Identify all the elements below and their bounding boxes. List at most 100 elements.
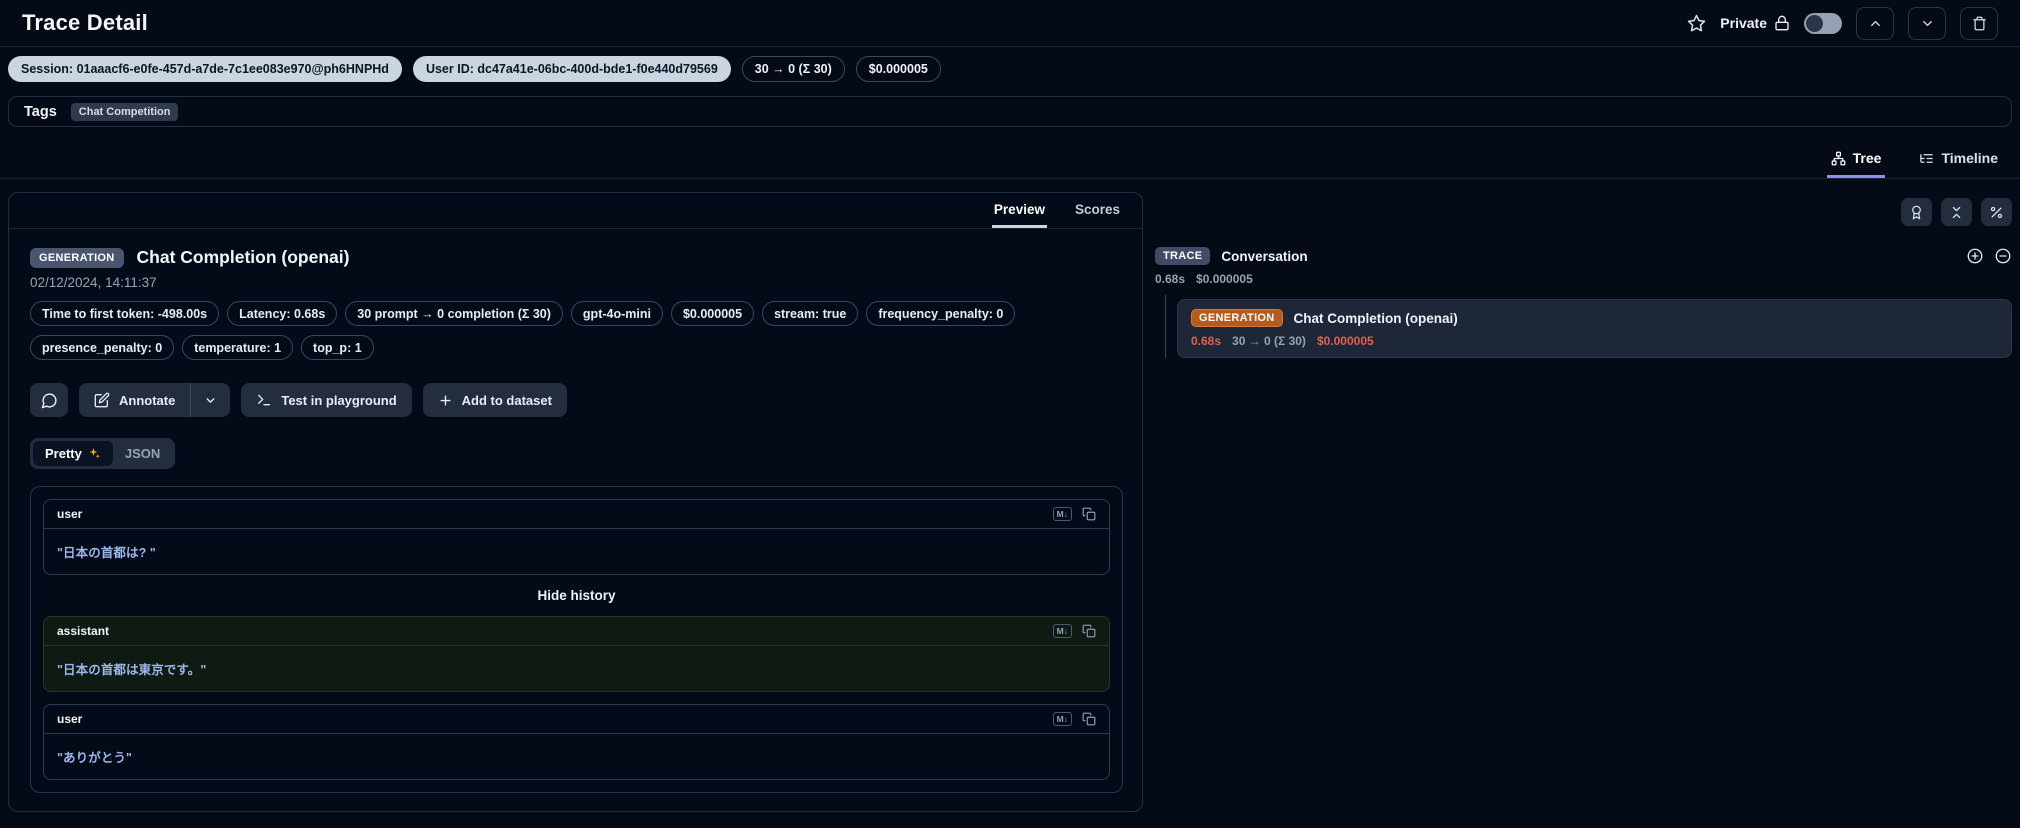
message-header: user M↓ [44,705,1109,734]
tab-preview[interactable]: Preview [991,193,1047,228]
message-tools: M↓ [1052,624,1096,638]
token-usage-badge: 30 → 0 (Σ 30) [741,56,845,82]
percent-icon [1990,206,2003,218]
message-content: "ありがとう" [57,751,133,765]
public-toggle[interactable] [1804,12,1842,34]
format-pretty[interactable]: Pretty [33,441,113,466]
bookmark-star-icon[interactable] [1687,14,1706,33]
message-content: "日本の首都は? " [57,546,156,560]
trace-latency: 0.68s [1155,272,1186,286]
generation-type-badge: GENERATION [30,247,124,268]
observation-header: GENERATION Chat Completion (openai) [30,247,1121,268]
metric-pill: gpt-4o-mini [570,301,663,326]
message-tools: M↓ [1052,507,1096,521]
observation-panel: Preview Scores GENERATION Chat Completio… [8,192,1143,812]
annotate-button[interactable]: Annotate [79,383,190,417]
message-role: assistant [57,624,110,638]
tree-indent-line [1165,295,1166,358]
metric-pill: temperature: 1 [182,335,294,360]
markdown-toggle-icon[interactable]: M↓ [1052,712,1072,726]
metric-pill: presence_penalty: 0 [30,335,175,360]
trace-tree-panel: TRACE Conversation 0.68s $0.000005 GENER… [1155,192,2012,812]
sparkles-icon [88,447,101,460]
observation-tabs: Preview Scores [9,193,1142,229]
copy-icon[interactable] [1082,624,1096,638]
action-buttons: Annotate Test in playground Add to datas… [30,383,1121,417]
metric-pill: 30 prompt → 0 completion (Σ 30) [345,301,563,326]
prev-trace-button[interactable] [1856,6,1894,40]
markdown-toggle-icon[interactable]: M↓ [1052,507,1072,521]
tree-children: GENERATION Chat Completion (openai) 0.68… [1155,295,2012,358]
page-header: Trace Detail Private [0,0,2020,46]
identifier-row: Session: 01aaacf6-e0fe-457d-a7de-7c1ee08… [0,47,2020,92]
hide-history-button[interactable]: Hide history [43,588,1110,603]
view-tabs: Tree Timeline [0,144,2020,179]
trace-node[interactable]: TRACE Conversation [1155,247,2012,265]
content-area: Preview Scores GENERATION Chat Completio… [0,192,2020,812]
trace-type-badge: TRACE [1155,247,1211,265]
markdown-toggle-icon[interactable]: M↓ [1052,624,1072,638]
copy-icon[interactable] [1082,507,1096,521]
tab-timeline[interactable]: Timeline [1915,144,2002,178]
plus-icon [440,394,451,406]
trace-name: Conversation [1221,248,1308,264]
generation-cost: $0.000005 [1316,334,1374,348]
generation-latency: 0.68s [1191,334,1222,348]
tags-label: Tags [24,103,57,120]
add-to-dataset-button[interactable]: Add to dataset [422,383,567,417]
chevron-up-icon [1870,20,1880,26]
tags-container: Tags Chat Competition [8,96,2012,127]
lock-icon [1774,15,1790,31]
cost-badge: $0.000005 [855,56,941,82]
format-json[interactable]: JSON [113,441,172,466]
tab-tree[interactable]: Tree [1826,144,1886,178]
metric-pill: Latency: 0.68s [227,301,338,326]
tree-zoom-controls [1966,247,2012,265]
observation-timestamp: 02/12/2024, 14:11:37 [30,275,157,290]
annotate-dropdown-button[interactable] [191,383,230,417]
copy-icon[interactable] [1082,712,1096,726]
message-user-1: user M↓ "日本の首都は? " [43,499,1110,575]
next-trace-button[interactable] [1908,6,1946,40]
generation-tokens: 30 → 0 (Σ 30) [1232,334,1306,348]
pen-square-icon [94,392,110,408]
comments-button[interactable] [30,383,68,417]
generation-type-badge: GENERATION [1191,309,1283,327]
tree-controls [1155,198,2012,226]
message-user-2: user M↓ "ありがとう" [43,704,1110,780]
delete-trace-button[interactable] [1960,6,1998,40]
show-percentages-button[interactable] [1981,198,2012,226]
message-role: user [57,507,83,521]
message-header: user M↓ [44,500,1109,529]
message-content: "日本の首都は東京です。" [57,663,207,677]
metric-pill: $0.000005 [670,301,755,326]
message-tools: M↓ [1052,712,1096,726]
minus-circle-icon[interactable] [1994,247,2012,265]
toggle-knob [1806,14,1823,32]
trace-metrics: 0.68s $0.000005 [1155,272,2012,286]
generation-name: Chat Completion (openai) [1293,310,1458,326]
user-id-badge[interactable]: User ID: dc47a41e-06bc-400d-bde1-f0e440d… [412,56,731,82]
trace-cost: $0.000005 [1196,272,1253,286]
page-title: Trace Detail [22,10,148,35]
generation-node-selected[interactable]: GENERATION Chat Completion (openai) 0.68… [1177,299,2012,358]
session-badge[interactable]: Session: 01aaacf6-e0fe-457d-a7de-7c1ee08… [8,56,402,82]
chevrons-collapse-icon [1952,206,1961,218]
tab-scores[interactable]: Scores [1073,193,1122,228]
tree-icon [1831,151,1846,166]
messages-container: user M↓ "日本の首都は? " Hide history assistan… [30,486,1123,793]
playground-button[interactable]: Test in playground [241,383,412,417]
metric-pill: top_p: 1 [301,335,374,360]
collapse-all-button[interactable] [1941,198,1972,226]
tag-chip[interactable]: Chat Competition [70,102,179,121]
observation-body: GENERATION Chat Completion (openai) 02/1… [9,229,1142,811]
terminal-icon [258,394,271,406]
show-scores-button[interactable] [1901,198,1932,226]
format-toggle: Pretty JSON [30,438,176,469]
message-header: assistant M↓ [44,617,1109,646]
trash-icon [1972,16,1986,30]
observation-title: Chat Completion (openai) [136,247,350,267]
plus-circle-icon[interactable] [1966,247,1984,265]
metric-pill: stream: true [762,301,859,326]
annotate-split-button: Annotate [79,383,231,417]
